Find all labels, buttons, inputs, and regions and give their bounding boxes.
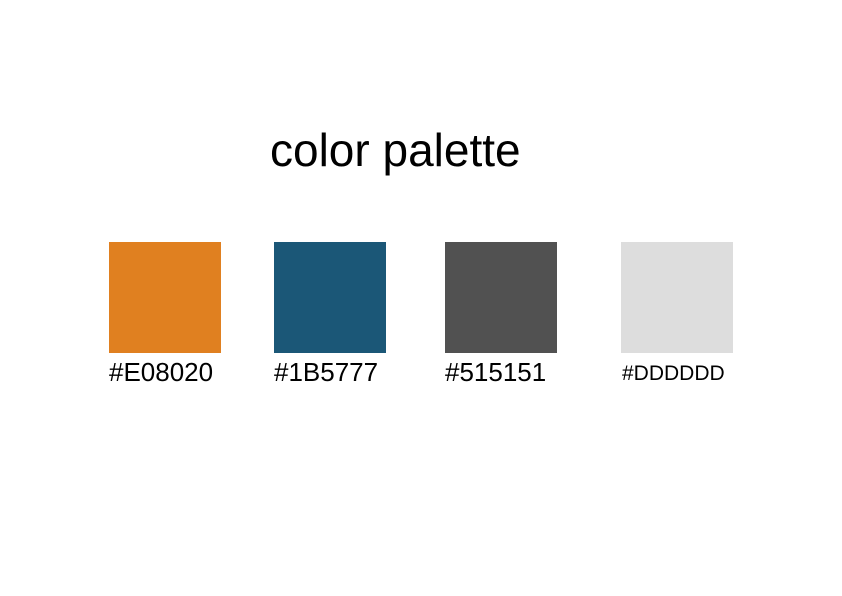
color-swatch-1 xyxy=(109,242,221,353)
color-swatch-4 xyxy=(621,242,733,353)
color-label-2: #1B5777 xyxy=(274,357,379,387)
color-label-4: #DDDDDD xyxy=(622,362,725,385)
color-label-1: #E08020 xyxy=(109,357,214,387)
color-label-3: #515151 xyxy=(445,357,547,387)
color-swatch-3 xyxy=(445,242,557,353)
color-swatch-2 xyxy=(274,242,386,353)
page-title: color palette xyxy=(270,124,521,176)
